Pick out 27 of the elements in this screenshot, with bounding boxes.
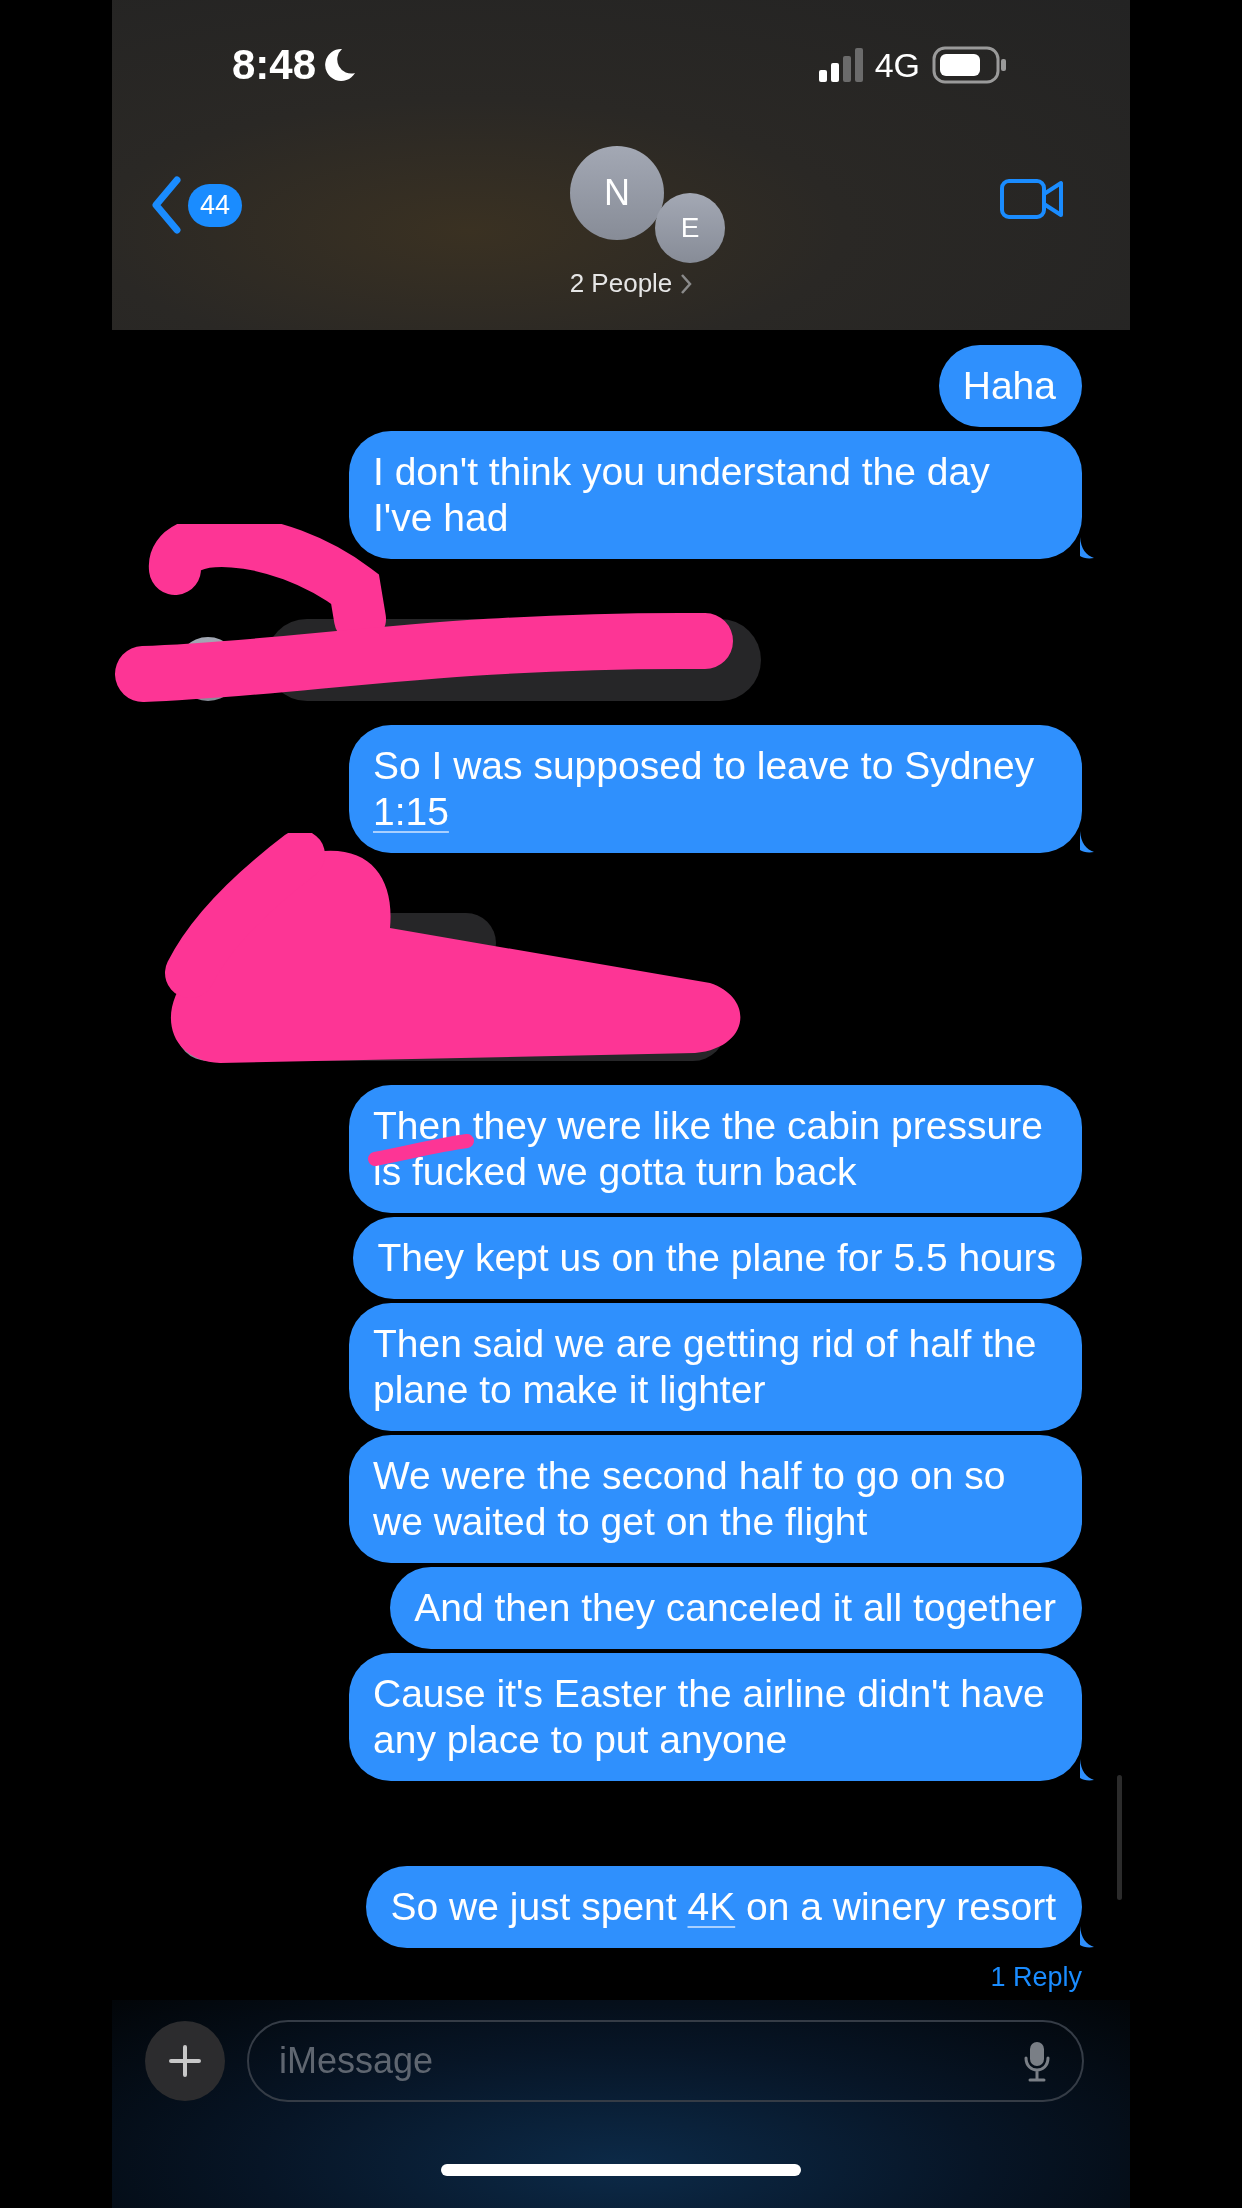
message-bubble: So I was supposed to leave to Sydney 1:15 xyxy=(349,725,1082,853)
message-bubble: We were the second half to go on so we waited to get on the flight xyxy=(349,1435,1082,1563)
avatar[interactable]: N xyxy=(570,146,664,240)
signal-icon xyxy=(818,48,863,82)
chevron-icon xyxy=(680,272,693,295)
avatar[interactable]: E xyxy=(655,193,725,263)
link[interactable]: 1:15 xyxy=(373,790,449,833)
microphone-icon[interactable] xyxy=(1024,2040,1050,2082)
network-type: 4G xyxy=(874,45,920,85)
battery-icon xyxy=(932,46,1008,84)
video-camera-icon[interactable] xyxy=(1000,178,1064,220)
message-bubble: Haha xyxy=(938,345,1082,427)
unread-count-badge[interactable]: 44 xyxy=(188,183,243,227)
moon-icon xyxy=(322,47,357,83)
message-field[interactable]: iMessage xyxy=(247,2020,1084,2102)
message-bubble: So we just spent 4K on a winery resort xyxy=(366,1866,1082,1948)
link[interactable]: 4K xyxy=(687,1885,736,1928)
message-bubble: Then said we are getting rid of half the plane to make it lighter xyxy=(349,1303,1082,1431)
plus-icon[interactable] xyxy=(168,2044,202,2078)
message-bubble: And then they canceled it all together xyxy=(390,1567,1082,1649)
message-bubble: I don't think you understand the day I've had xyxy=(349,431,1082,559)
status-time: 8:48 xyxy=(232,41,317,89)
reply-count-link[interactable]: 1 Reply xyxy=(990,1962,1082,1993)
message-bubble: Cause it's Easter the airline didn't have any place to put anyone xyxy=(349,1653,1082,1781)
message-bubble: They kept us on the plane for 5.5 hours xyxy=(353,1217,1082,1299)
people-button[interactable]: 2 People xyxy=(569,268,693,299)
back-icon[interactable] xyxy=(150,176,182,234)
